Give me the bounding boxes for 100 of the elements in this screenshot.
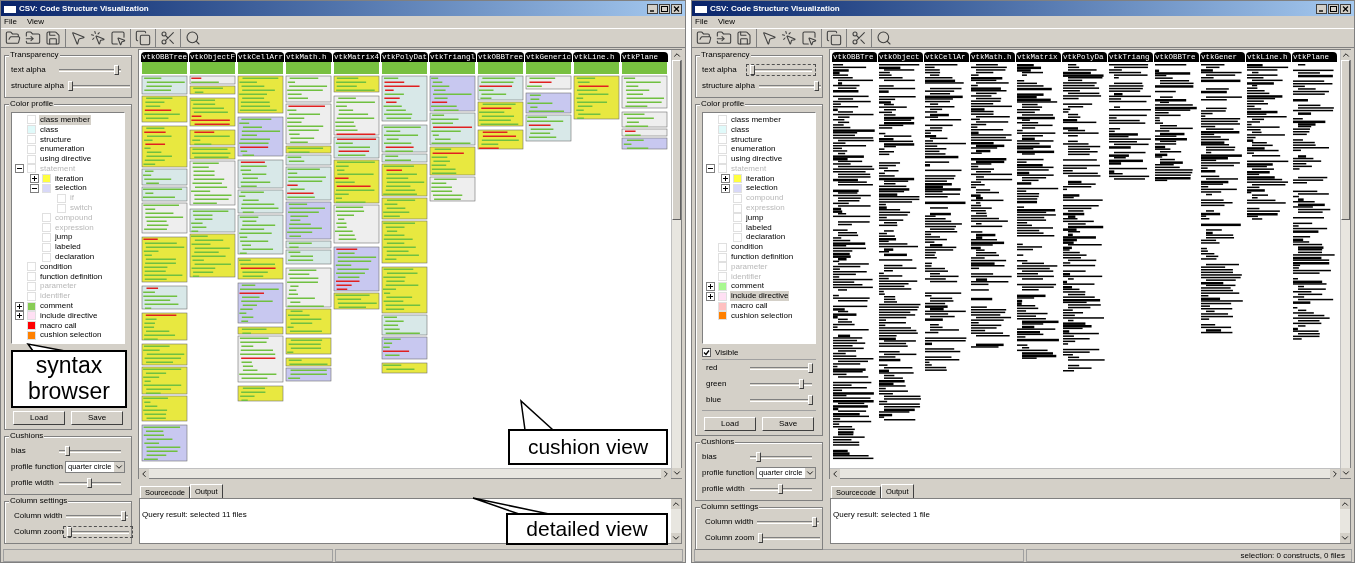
close-icon[interactable] <box>1340 3 1351 14</box>
vertical-scrollbar[interactable] <box>671 50 681 478</box>
tree-item[interactable]: class <box>730 124 751 135</box>
slider-thumb[interactable] <box>756 452 762 462</box>
slider-thumb[interactable] <box>758 533 764 543</box>
slider-thumb[interactable] <box>113 65 119 75</box>
open-folder-icon[interactable] <box>696 30 712 46</box>
maximize-icon[interactable] <box>659 3 670 14</box>
scroll-left-icon[interactable] <box>830 469 840 479</box>
color-swatch <box>42 252 51 262</box>
menu-item[interactable]: View <box>717 16 736 28</box>
scroll-right-icon[interactable] <box>1330 469 1340 479</box>
pointer-box-icon[interactable] <box>110 30 126 46</box>
slider-thumb[interactable] <box>86 478 92 488</box>
slider-thumb[interactable] <box>750 65 756 75</box>
folder-icon[interactable] <box>716 30 732 46</box>
scroll-up-icon[interactable] <box>671 499 681 509</box>
slider[interactable] <box>746 64 816 76</box>
folder-icon[interactable] <box>25 30 41 46</box>
slider-thumb[interactable] <box>777 484 783 494</box>
panel-button[interactable]: Save <box>71 411 123 425</box>
close-icon[interactable] <box>671 3 682 14</box>
expand-icon[interactable] <box>15 311 24 321</box>
pointer-box-icon[interactable] <box>801 30 817 46</box>
slider-thumb[interactable] <box>67 81 73 91</box>
tree-item[interactable]: structure <box>39 134 73 145</box>
menu-item[interactable]: View <box>26 16 45 28</box>
vertical-scrollbar[interactable] <box>671 499 681 543</box>
tree-item[interactable]: enumeration <box>730 144 777 155</box>
slider-thumb[interactable] <box>121 511 127 521</box>
scroll-down-icon[interactable] <box>1340 533 1350 543</box>
tree-item[interactable]: using directive <box>730 154 784 165</box>
expand-icon[interactable] <box>706 291 715 301</box>
tree-item[interactable]: comment <box>730 281 765 292</box>
tree-item[interactable]: enumeration <box>39 144 86 155</box>
tree-item[interactable]: include directive <box>730 291 790 302</box>
slider-thumb[interactable] <box>812 517 818 527</box>
pointer-icon[interactable] <box>761 30 777 46</box>
minimize-icon[interactable] <box>1316 3 1327 14</box>
copy-icon[interactable] <box>135 30 151 46</box>
tree-item[interactable]: function definition <box>730 252 795 263</box>
scroll-down-icon[interactable] <box>1341 468 1351 478</box>
copy-icon[interactable] <box>826 30 842 46</box>
panel-button[interactable]: Load <box>13 411 65 425</box>
scroll-right-icon[interactable] <box>661 469 671 479</box>
tree-item[interactable]: class member <box>730 114 782 125</box>
horizontal-scrollbar[interactable] <box>830 468 1340 478</box>
scrollbar-thumb[interactable] <box>1341 60 1350 220</box>
tree-item[interactable]: include directive <box>39 310 99 321</box>
slider-thumb[interactable] <box>808 363 813 373</box>
tree-item[interactable]: macro call <box>39 320 78 331</box>
expand-icon[interactable] <box>706 281 715 291</box>
maximize-icon[interactable] <box>1328 3 1339 14</box>
search-icon[interactable] <box>185 30 201 46</box>
minimize-icon[interactable] <box>647 3 658 14</box>
save-icon[interactable] <box>736 30 752 46</box>
tree-item[interactable]: condition <box>39 261 74 272</box>
slider-thumb[interactable] <box>67 527 73 537</box>
tree-item[interactable]: cushion selection <box>730 310 794 321</box>
color-swatch <box>718 115 727 125</box>
slider-thumb[interactable] <box>813 81 819 91</box>
scissors-icon[interactable] <box>160 30 176 46</box>
pointer-click-icon[interactable] <box>781 30 797 46</box>
scroll-up-icon[interactable] <box>1341 50 1351 60</box>
tree-item[interactable]: class <box>39 124 60 135</box>
tree-item[interactable]: class member <box>39 114 91 125</box>
vertical-scrollbar[interactable] <box>1340 499 1350 543</box>
checkbox[interactable] <box>702 348 711 357</box>
menu-item[interactable]: File <box>695 16 708 28</box>
open-folder-icon[interactable] <box>5 30 21 46</box>
pointer-click-icon[interactable] <box>90 30 106 46</box>
search-icon[interactable] <box>876 30 892 46</box>
scroll-left-icon[interactable] <box>139 469 149 479</box>
scroll-up-icon[interactable] <box>672 50 682 60</box>
expand-icon[interactable] <box>15 301 24 311</box>
scroll-down-icon[interactable] <box>672 468 682 478</box>
slider-thumb[interactable] <box>798 379 804 389</box>
scroll-up-icon[interactable] <box>1340 499 1350 509</box>
slider-thumb[interactable] <box>65 446 71 456</box>
tree-item[interactable]: structure <box>730 134 764 145</box>
pointer-icon[interactable] <box>70 30 86 46</box>
output-text: Query result: selected 11 files <box>142 510 247 519</box>
scroll-down-icon[interactable] <box>671 533 681 543</box>
save-icon[interactable] <box>45 30 61 46</box>
scissors-icon[interactable] <box>851 30 867 46</box>
tree-item[interactable]: condition <box>730 242 765 253</box>
tree-item[interactable]: macro call <box>730 301 769 312</box>
color-swatch <box>733 232 742 242</box>
tree-item[interactable]: using directive <box>39 154 93 165</box>
slider-thumb[interactable] <box>808 395 813 405</box>
menu-item[interactable]: File <box>4 16 17 28</box>
scrollbar-thumb[interactable] <box>672 60 681 220</box>
horizontal-scrollbar[interactable] <box>139 468 671 478</box>
slider[interactable] <box>63 526 134 538</box>
tree-item[interactable]: cushion selection <box>39 330 103 341</box>
panel-button[interactable]: Save <box>762 417 814 431</box>
vertical-scrollbar[interactable] <box>1340 50 1350 478</box>
panel-button[interactable]: Load <box>704 417 756 431</box>
tree-item[interactable]: comment <box>39 301 74 312</box>
tree-item[interactable]: function definition <box>39 271 104 282</box>
